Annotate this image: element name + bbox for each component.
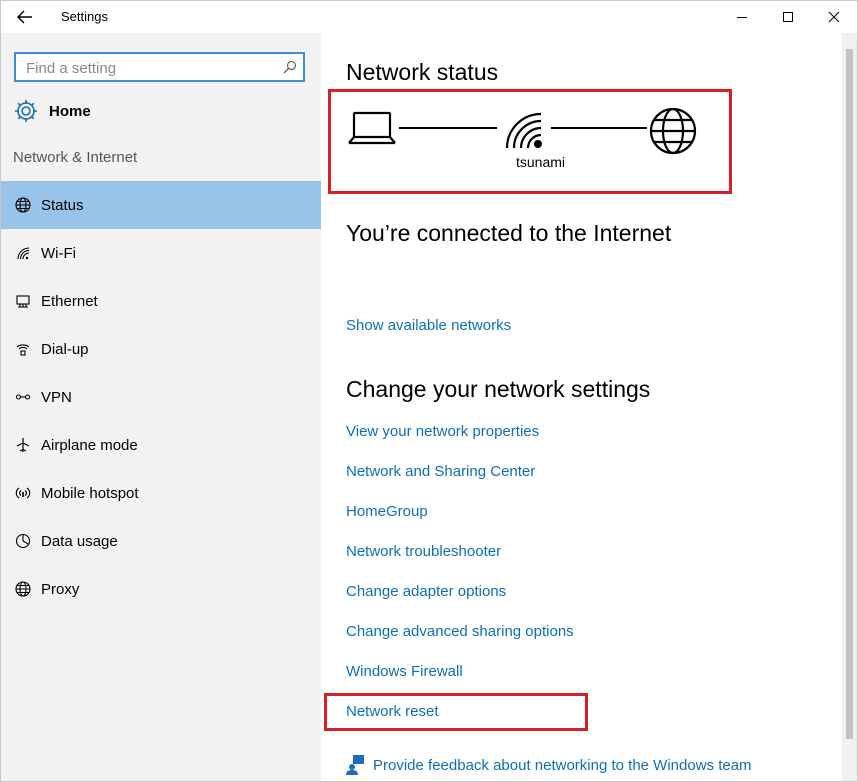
title-bar: Settings (1, 1, 857, 33)
sidebar: Find a setting Home Network & Internet S… (1, 33, 321, 781)
search-icon (283, 60, 297, 74)
highlight-box-network-reset (324, 693, 588, 731)
sidebar-item-hotspot[interactable]: Mobile hotspot (1, 469, 321, 517)
sidebar-item-wifi[interactable]: Wi-Fi (1, 229, 321, 277)
sidebar-item-dialup[interactable]: Dial-up (1, 325, 321, 373)
show-available-networks-link[interactable]: Show available networks (346, 317, 511, 334)
sidebar-item-label: Proxy (41, 580, 80, 598)
settings-window: Settings Find a setting Home Network & I… (0, 0, 858, 782)
close-icon (828, 11, 840, 23)
section-label: Network & Internet (13, 149, 138, 166)
network-status-diagram: tsunami (341, 108, 721, 198)
feedback-icon (346, 755, 364, 775)
change-advanced-sharing-link[interactable]: Change advanced sharing options (346, 623, 574, 640)
connection-line (551, 127, 647, 129)
globe-icon (13, 579, 33, 599)
sidebar-item-label: Mobile hotspot (41, 484, 139, 502)
back-button[interactable] (9, 3, 41, 31)
vpn-icon (13, 387, 33, 407)
search-input[interactable]: Find a setting (14, 52, 305, 82)
vertical-scrollbar[interactable] (842, 33, 857, 781)
connected-status: You’re connected to the Internet (346, 220, 672, 246)
window-title: Settings (61, 9, 108, 24)
feedback-link[interactable]: Provide feedback about networking to the… (346, 755, 752, 775)
sidebar-item-label: Airplane mode (41, 436, 138, 454)
homegroup-link[interactable]: HomeGroup (346, 503, 428, 520)
change-settings-title: Change your network settings (346, 376, 651, 402)
network-troubleshooter-link[interactable]: Network troubleshooter (346, 543, 501, 560)
sidebar-item-label: Wi-Fi (41, 244, 76, 262)
connection-line (399, 127, 497, 129)
maximize-icon (783, 12, 793, 22)
network-sharing-center-link[interactable]: Network and Sharing Center (346, 463, 535, 480)
network-name: tsunami (516, 154, 566, 170)
scrollbar-thumb[interactable] (846, 49, 853, 739)
sidebar-item-ethernet[interactable]: Ethernet (1, 277, 321, 325)
network-status-title: Network status (346, 59, 499, 85)
home-label: Home (49, 102, 91, 120)
pie-chart-icon (13, 531, 33, 551)
windows-firewall-link[interactable]: Windows Firewall (346, 663, 463, 680)
sidebar-item-label: Data usage (41, 532, 118, 550)
close-button[interactable] (811, 1, 857, 33)
minimize-button[interactable] (719, 1, 765, 33)
minimize-icon (737, 17, 747, 18)
hotspot-icon (13, 483, 33, 503)
ethernet-icon (13, 291, 33, 311)
globe-icon (649, 108, 697, 155)
back-arrow-icon (17, 10, 32, 24)
sidebar-item-label: VPN (41, 388, 72, 406)
sidebar-item-label: Dial-up (41, 340, 89, 358)
home-link[interactable]: Home (13, 95, 91, 127)
main-content: Network status tsunami You’re connected … (321, 33, 842, 781)
view-network-properties-link[interactable]: View your network properties (346, 423, 539, 440)
change-adapter-options-link[interactable]: Change adapter options (346, 583, 506, 600)
sidebar-item-vpn[interactable]: VPN (1, 373, 321, 421)
sidebar-item-status[interactable]: Status (1, 181, 321, 229)
laptop-icon (348, 111, 396, 145)
gear-icon (15, 100, 37, 122)
sidebar-item-proxy[interactable]: Proxy (1, 565, 321, 613)
sidebar-item-airplane[interactable]: Airplane mode (1, 421, 321, 469)
dial-up-icon (13, 339, 33, 359)
airplane-icon (13, 435, 33, 455)
sidebar-item-data-usage[interactable]: Data usage (1, 517, 321, 565)
wifi-network-icon (505, 112, 542, 149)
sidebar-item-label: Ethernet (41, 292, 98, 310)
globe-icon (13, 195, 33, 215)
sidebar-nav: Status Wi-Fi Ethernet Dial-up VPN Airpla… (1, 181, 321, 613)
wifi-icon (13, 243, 33, 263)
feedback-label: Provide feedback about networking to the… (373, 756, 752, 774)
maximize-button[interactable] (765, 1, 811, 33)
sidebar-item-label: Status (41, 196, 84, 214)
search-placeholder: Find a setting (26, 60, 117, 77)
